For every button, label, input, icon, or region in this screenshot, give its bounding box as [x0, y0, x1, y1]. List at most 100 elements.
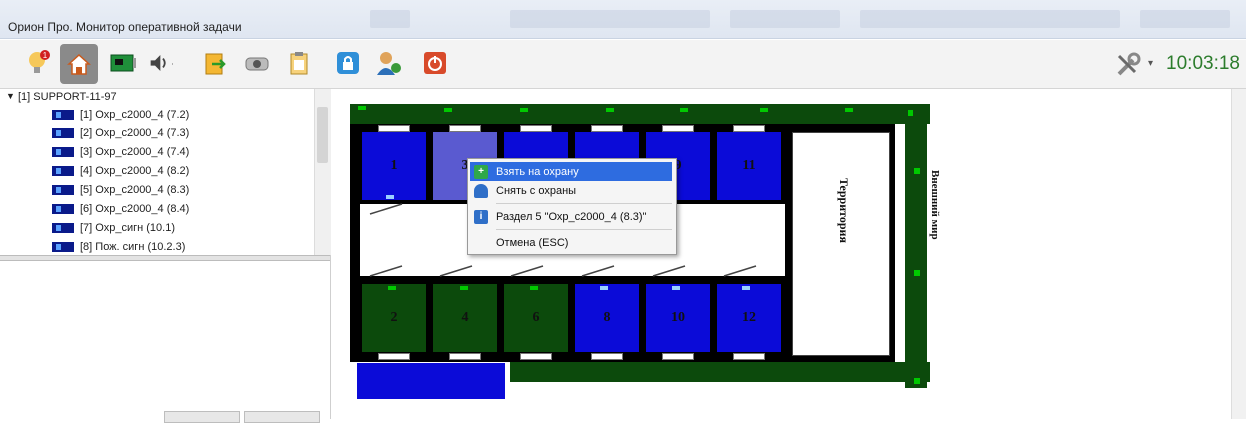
- tree-item-label: [4] Охр_c2000_4 (8.2): [80, 165, 190, 177]
- sensor[interactable]: [680, 108, 688, 112]
- sensor[interactable]: [914, 378, 920, 384]
- sensor[interactable]: [672, 286, 680, 290]
- territory-label: Территория: [837, 178, 851, 243]
- left-panel: ▼ [1] SUPPORT-11-97 [1] Охр_c2000_4 (7.2…: [0, 89, 331, 423]
- info-icon: i: [474, 209, 488, 224]
- tree-item[interactable]: [4] Охр_c2000_4 (8.2): [52, 163, 189, 179]
- main-scrollbar[interactable]: [1231, 89, 1246, 419]
- chevron-down-icon[interactable]: ▾: [1148, 58, 1153, 69]
- room-number: 8: [603, 310, 611, 325]
- tree-root[interactable]: [1] SUPPORT-11-97: [18, 91, 117, 103]
- tree-item-label: [5] Охр_c2000_4 (8.3): [80, 184, 190, 196]
- ribbon-ghost: [370, 10, 410, 28]
- export-icon[interactable]: [200, 48, 230, 78]
- object-tree: ▼ [1] SUPPORT-11-97 [1] Охр_c2000_4 (7.2…: [0, 89, 314, 255]
- tree-item[interactable]: [6] Охр_c2000_4 (8.4): [52, 201, 189, 217]
- device-board-icon[interactable]: [108, 48, 138, 78]
- tree-item-label: [1] Охр_c2000_4 (7.2): [80, 109, 190, 121]
- sensor[interactable]: [908, 110, 913, 116]
- zone-extra[interactable]: [357, 363, 505, 399]
- sensor[interactable]: [914, 168, 920, 174]
- sensor[interactable]: [460, 286, 468, 290]
- zone-icon: [52, 110, 74, 120]
- tree-item[interactable]: [2] Охр_c2000_4 (7.3): [52, 125, 189, 141]
- perimeter-top[interactable]: [350, 104, 930, 124]
- tree-scrollbar[interactable]: [314, 89, 331, 255]
- room-12[interactable]: 12: [717, 284, 781, 352]
- room-10[interactable]: 10: [646, 284, 710, 352]
- clipboard-icon[interactable]: [284, 48, 314, 78]
- room-11[interactable]: 11: [717, 132, 781, 200]
- door: [733, 353, 765, 360]
- zone-icon: [52, 166, 74, 176]
- zone-icon: [52, 128, 74, 138]
- settings-tools-icon[interactable]: [1115, 52, 1141, 78]
- tree-expand-icon[interactable]: ▼: [6, 91, 15, 101]
- perimeter-bottom[interactable]: [510, 362, 930, 382]
- lock-icon[interactable]: [333, 48, 363, 78]
- sensor[interactable]: [358, 106, 366, 110]
- room-4[interactable]: 4: [433, 284, 497, 352]
- menu-separator: [496, 229, 672, 230]
- bottom-button[interactable]: [164, 411, 240, 423]
- ribbon-ghost: [1140, 10, 1230, 28]
- menu-item-arm[interactable]: + Взять на охрану: [470, 162, 672, 181]
- alarm-bulb-icon[interactable]: 1: [24, 48, 54, 78]
- tree-item[interactable]: [3] Охр_c2000_4 (7.4): [52, 144, 189, 160]
- sensor[interactable]: [530, 286, 538, 290]
- sensor[interactable]: [606, 108, 614, 112]
- sensor[interactable]: [600, 286, 608, 290]
- room-number: 12: [742, 310, 756, 325]
- tree-item[interactable]: [1] Охр_c2000_4 (7.2): [52, 107, 189, 123]
- sensor[interactable]: [914, 270, 920, 276]
- zone-icon: [52, 242, 74, 252]
- sensor[interactable]: [742, 286, 750, 290]
- ribbon-ghost: [510, 10, 710, 28]
- door: [591, 353, 623, 360]
- menu-item-section-info[interactable]: i Раздел 5 "Охр_c2000_4 (8.3)": [470, 207, 672, 226]
- tree-item-label: [3] Охр_c2000_4 (7.4): [80, 146, 190, 158]
- sensor[interactable]: [386, 195, 394, 199]
- tree-item[interactable]: [5] Охр_c2000_4 (8.3): [52, 182, 189, 198]
- door: [733, 125, 765, 132]
- room-number: 1: [390, 158, 398, 173]
- room-2[interactable]: 2: [362, 284, 426, 352]
- window-title: Орион Про. Монитор оперативной задачи: [8, 20, 242, 34]
- tree-item[interactable]: [8] Пож. сигн (10.2.3): [52, 239, 185, 255]
- home-icon[interactable]: [60, 44, 98, 84]
- sound-icon[interactable]: ·: [148, 48, 178, 78]
- menu-separator: [496, 203, 672, 204]
- sensor[interactable]: [845, 108, 853, 112]
- shield-icon: [474, 183, 488, 198]
- tree-item[interactable]: [7] Охр_сигн (10.1): [52, 220, 175, 236]
- sensor[interactable]: [760, 108, 768, 112]
- sensor[interactable]: [388, 286, 396, 290]
- tree-item-label: [2] Охр_c2000_4 (7.3): [80, 127, 190, 139]
- scroll-thumb[interactable]: [317, 107, 328, 163]
- menu-item-label: Раздел 5 "Охр_c2000_4 (8.3)": [496, 210, 647, 223]
- clock: 10:03:18: [1166, 53, 1240, 74]
- menu-item-spacer: [474, 236, 488, 250]
- room-number: 11: [742, 158, 756, 173]
- power-icon[interactable]: [420, 48, 450, 78]
- room-8[interactable]: 8: [575, 284, 639, 352]
- menu-item-cancel[interactable]: Отмена (ESC): [470, 233, 672, 252]
- tree-item-label: [8] Пож. сигн (10.2.3): [80, 241, 186, 253]
- door: [449, 353, 481, 360]
- svg-text:·: ·: [171, 59, 174, 69]
- menu-item-disarm[interactable]: Снять с охраны: [470, 181, 672, 200]
- bottom-button[interactable]: [244, 411, 320, 423]
- sensor[interactable]: [444, 108, 452, 112]
- door: [662, 125, 694, 132]
- user-icon[interactable]: [374, 48, 404, 78]
- room-6[interactable]: 6: [504, 284, 568, 352]
- territory: [792, 132, 890, 356]
- menu-item-label: Снять с охраны: [496, 184, 577, 197]
- door: [591, 125, 623, 132]
- sensor[interactable]: [520, 108, 528, 112]
- camera-icon[interactable]: [242, 48, 272, 78]
- perimeter-right[interactable]: [905, 124, 927, 388]
- ribbon-ghost: [860, 10, 1120, 28]
- zone-icon: [52, 185, 74, 195]
- room-1[interactable]: 1: [362, 132, 426, 200]
